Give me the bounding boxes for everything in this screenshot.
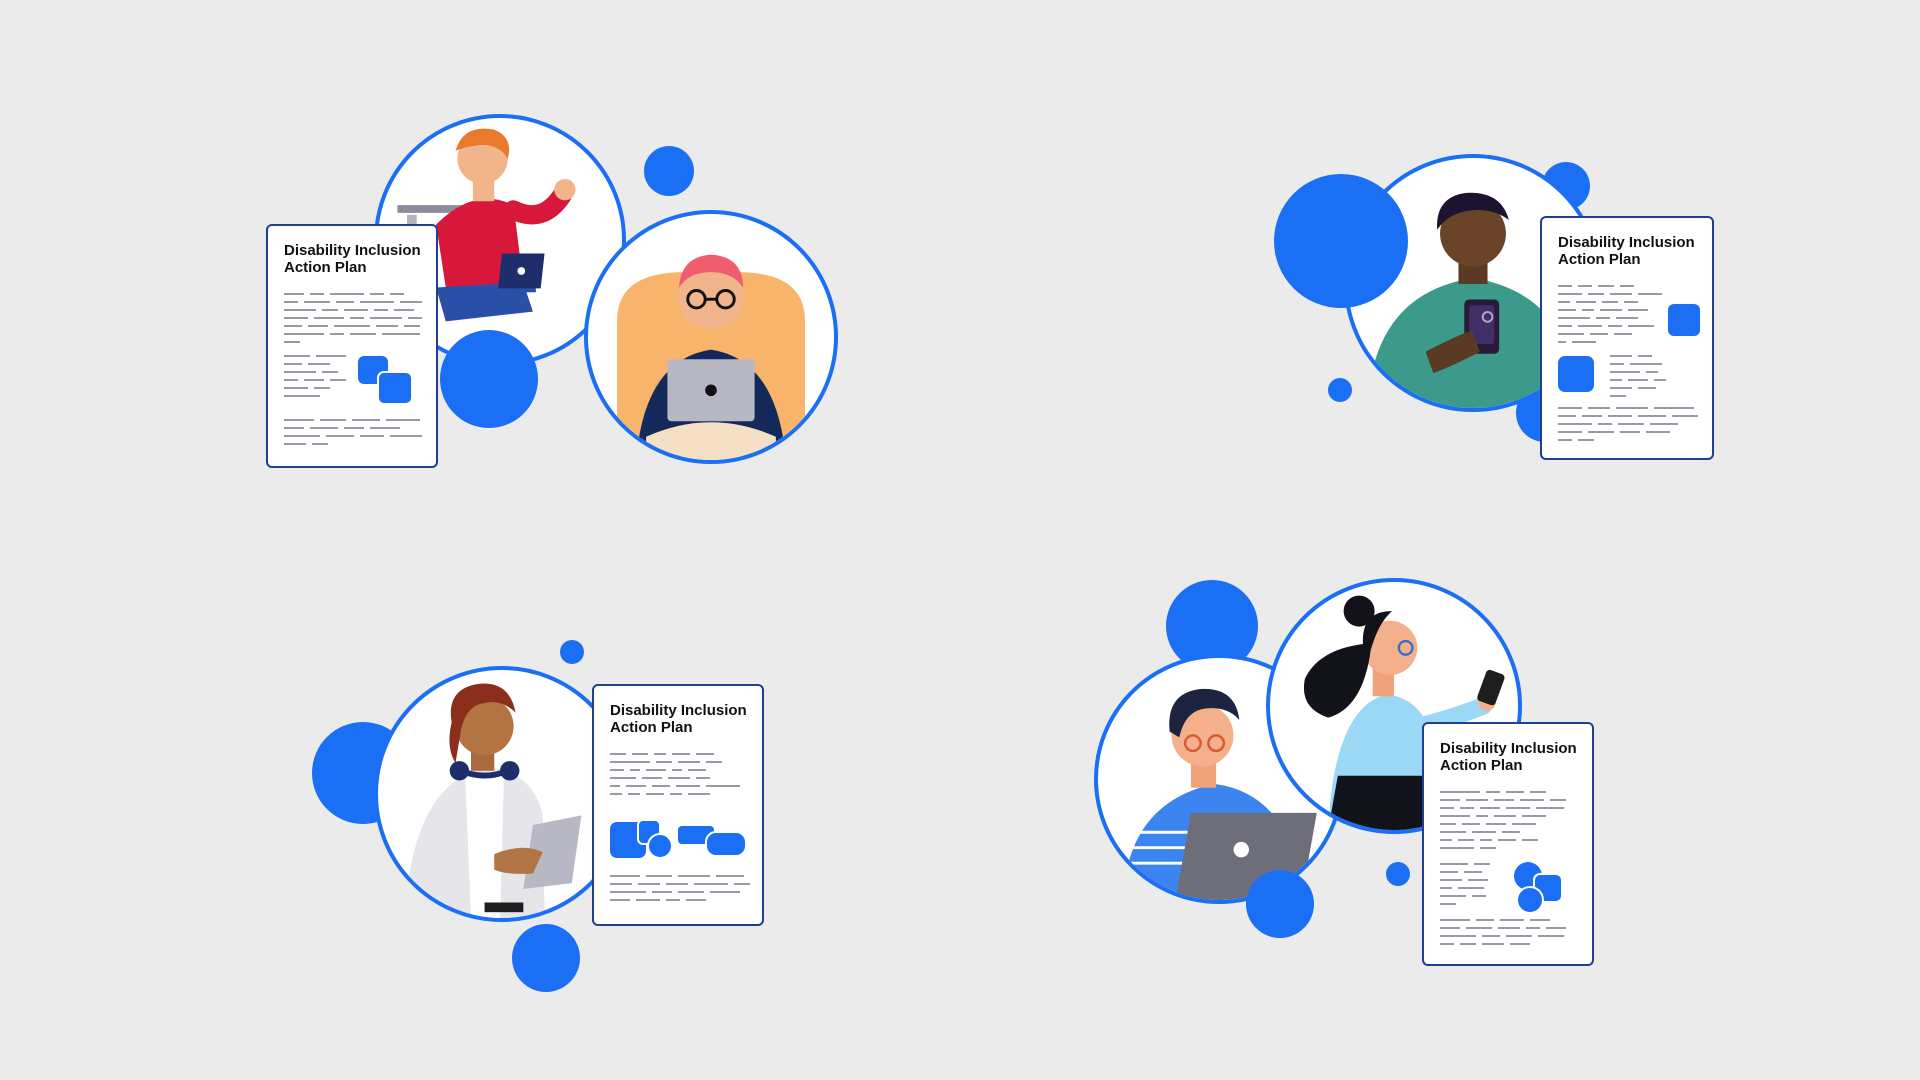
person-with-headphones-icon <box>405 683 582 918</box>
illustration-canvas: Disability Inclusion Action Plan Disabil… <box>0 0 1920 1080</box>
decor-circle <box>560 640 584 664</box>
text-lines <box>1440 790 1578 960</box>
person-with-tablet-icon <box>617 254 805 460</box>
text-lines <box>284 292 422 462</box>
action-plan-card: Disability Inclusion Action Plan <box>266 224 438 468</box>
decor-circle <box>644 146 694 196</box>
action-plan-title: Disability Inclusion Action Plan <box>610 702 747 736</box>
decor-circle <box>512 924 580 992</box>
text-lines <box>1558 284 1700 454</box>
action-plan-card: Disability Inclusion Action Plan <box>592 684 764 926</box>
decor-circle <box>1246 870 1314 938</box>
decor-circle <box>1274 174 1408 308</box>
action-plan-card: Disability Inclusion Action Plan <box>1422 722 1594 966</box>
action-plan-title: Disability Inclusion Action Plan <box>1440 740 1577 774</box>
portrait-ring-tablet-person <box>584 210 838 464</box>
decor-circle <box>1328 378 1352 402</box>
decor-circle <box>440 330 538 428</box>
action-plan-card: Disability Inclusion Action Plan <box>1540 216 1714 460</box>
decor-circle <box>1386 862 1410 886</box>
action-plan-title: Disability Inclusion Action Plan <box>1558 234 1695 268</box>
text-lines <box>610 752 750 922</box>
action-plan-title: Disability Inclusion Action Plan <box>284 242 421 276</box>
